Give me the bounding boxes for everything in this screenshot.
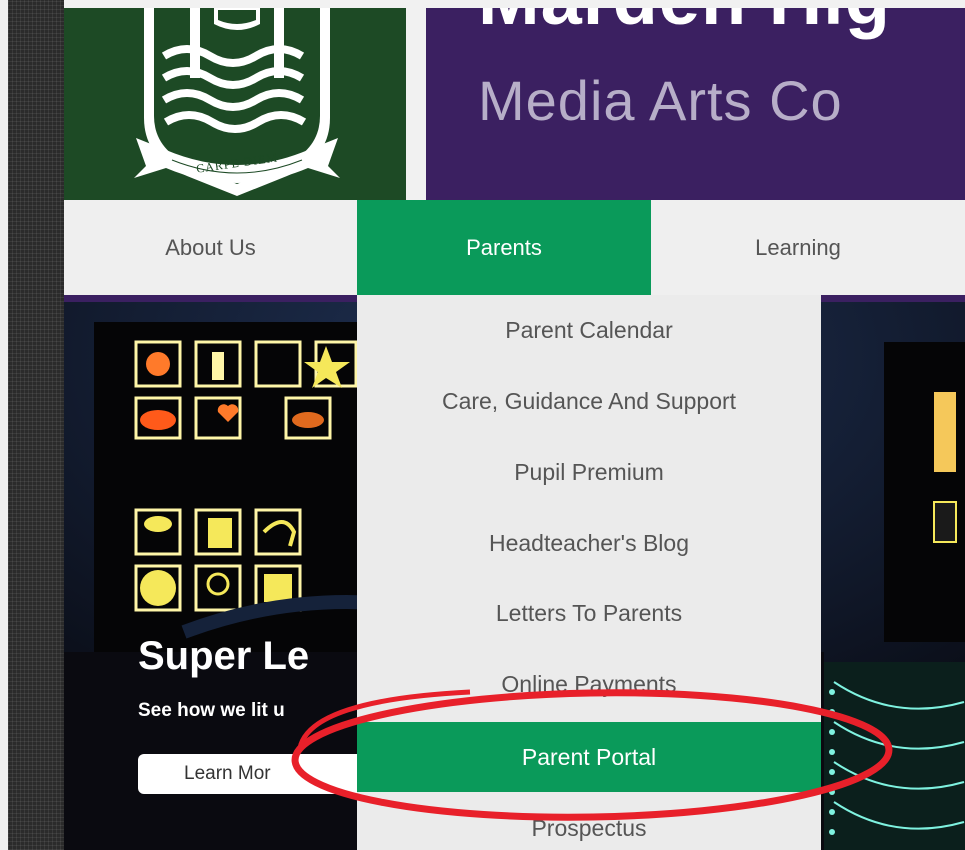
menu-item-pupil-premium[interactable]: Pupil Premium: [357, 444, 821, 500]
nav-item-about-us[interactable]: About Us: [64, 200, 357, 295]
school-title-banner: Marden Hig Media Arts Co: [426, 8, 965, 200]
school-name: Marden Hig: [478, 8, 891, 41]
menu-item-prospectus[interactable]: Prospectus: [357, 800, 821, 850]
menu-item-care-guidance-support[interactable]: Care, Guidance And Support: [357, 373, 821, 429]
school-crest-icon: [134, 8, 340, 196]
menu-item-parent-calendar[interactable]: Parent Calendar: [357, 302, 821, 358]
nav-item-learning[interactable]: Learning: [651, 200, 945, 295]
learn-more-button[interactable]: Learn Mor: [138, 754, 378, 794]
school-subtitle: Media Arts Co: [478, 69, 843, 132]
nav-item-parents[interactable]: Parents: [357, 200, 651, 295]
menu-item-letters-to-parents[interactable]: Letters To Parents: [357, 585, 821, 641]
menu-item-parent-portal[interactable]: Parent Portal: [357, 722, 821, 792]
school-logo[interactable]: CARPE DIEM: [64, 8, 406, 200]
side-pattern-strip: [8, 0, 64, 850]
main-nav: About Us Parents Learning: [64, 200, 965, 295]
parents-dropdown-menu: Parent Calendar Care, Guidance And Suppo…: [357, 295, 821, 850]
menu-item-headteachers-blog[interactable]: Headteacher's Blog: [357, 515, 821, 571]
menu-item-online-payments[interactable]: Online Payments: [357, 656, 821, 712]
hero-subtext: See how we lit u: [138, 700, 285, 721]
hero-headline: Super Le: [138, 634, 310, 678]
